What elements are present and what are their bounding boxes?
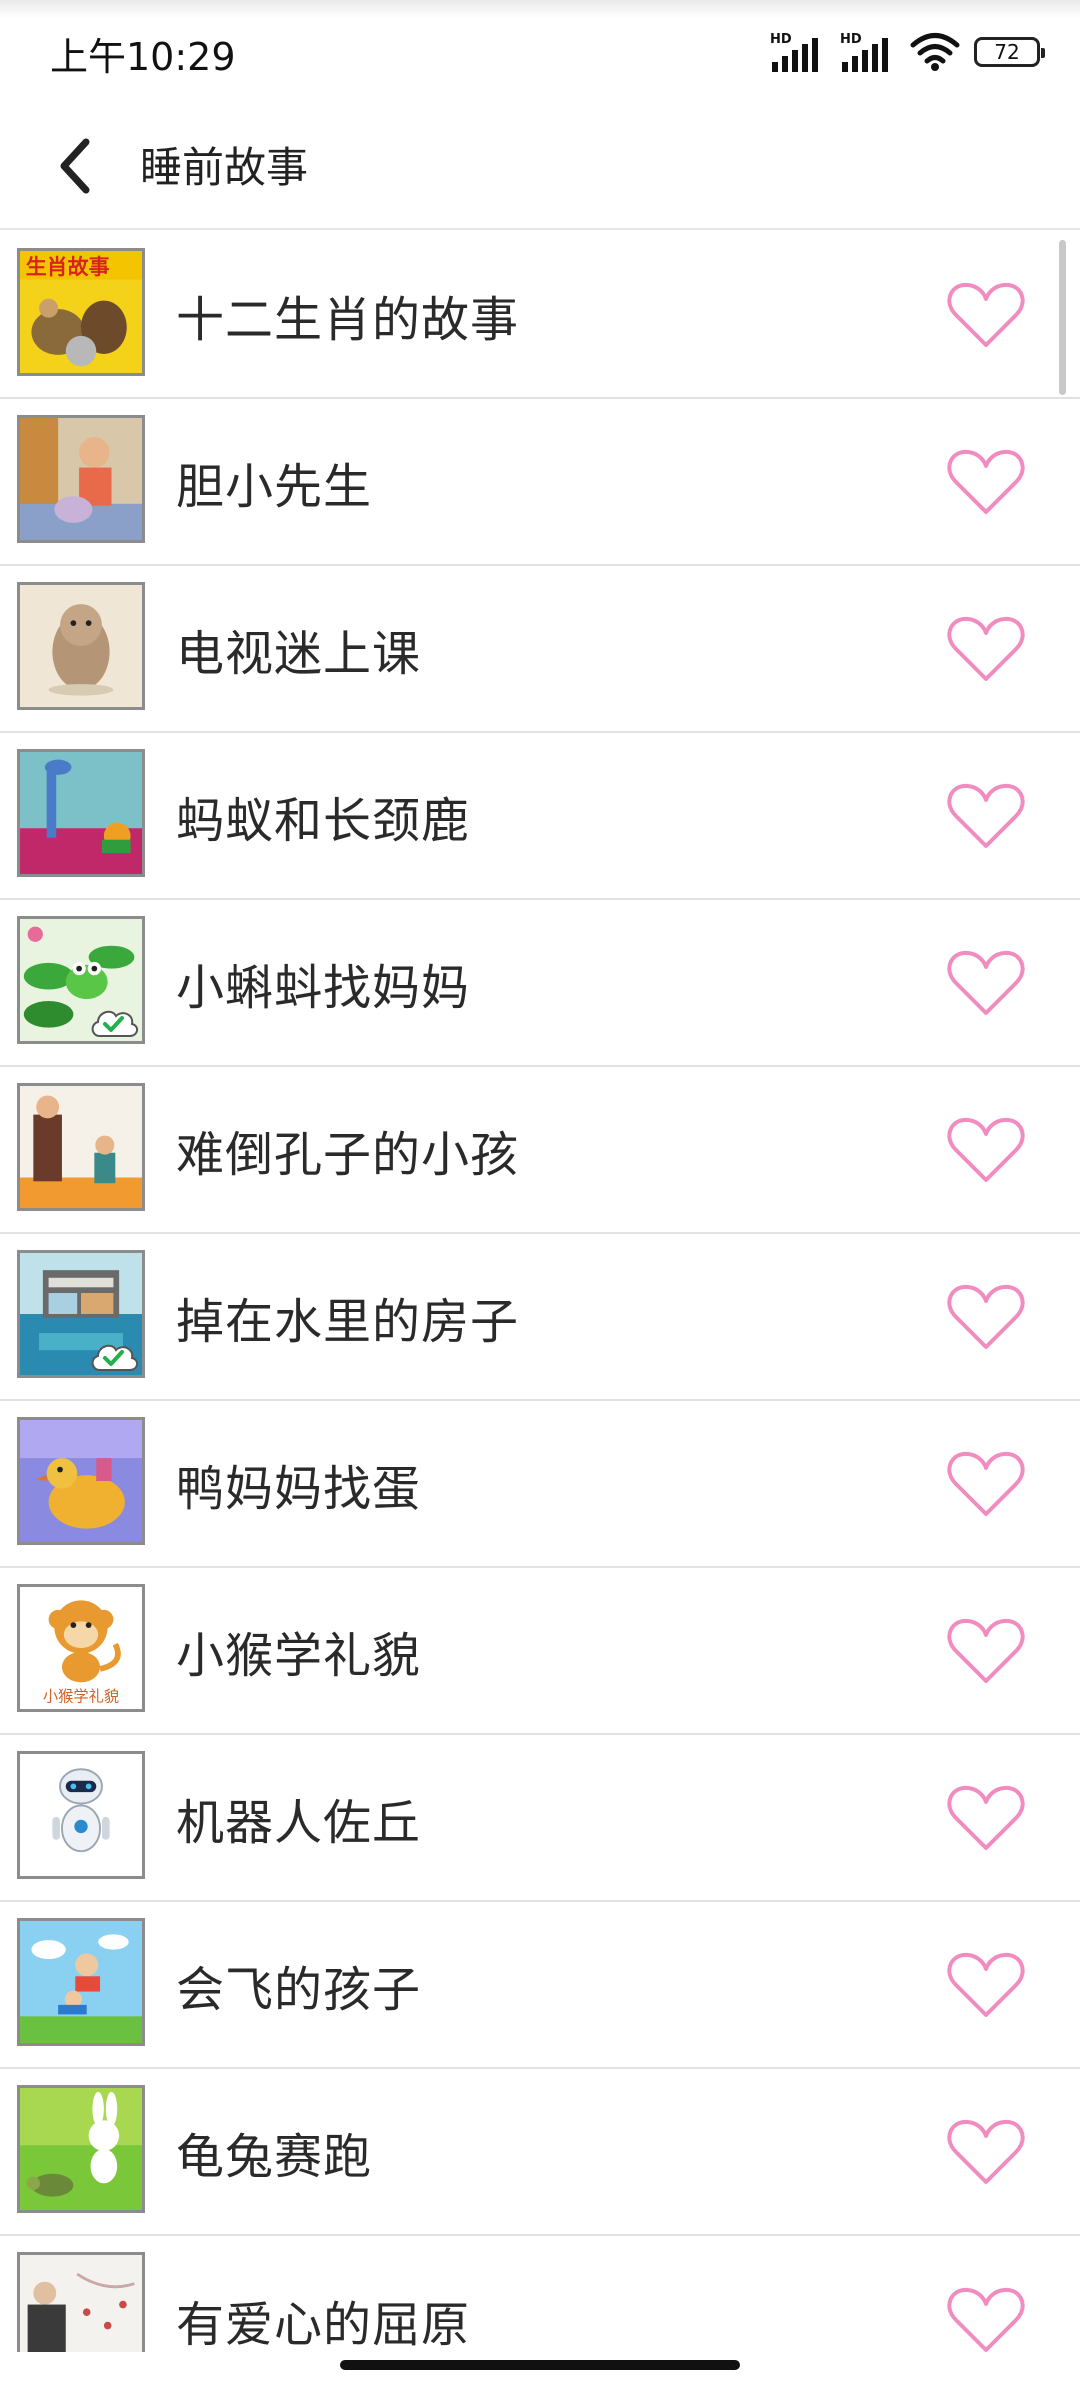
heart-icon[interactable] (946, 1782, 1026, 1854)
heart-icon[interactable] (946, 1949, 1026, 2021)
heart-icon[interactable] (946, 2284, 1026, 2353)
story-list-item[interactable]: 难倒孔子的小孩 (0, 1067, 1080, 1234)
story-list-item[interactable]: 电视迷上课 (0, 566, 1080, 733)
signal-icon-2: HD (840, 32, 896, 72)
heart-icon[interactable] (946, 947, 1026, 1019)
home-indicator[interactable] (340, 2360, 740, 2370)
story-list-item[interactable]: 小蝌蚪找妈妈 (0, 900, 1080, 1067)
signal-icon: HD (770, 32, 826, 72)
battery-level: 72 (994, 40, 1020, 64)
flying-kids-thumbnail (17, 1918, 145, 2046)
app-bar: 睡前故事 (0, 104, 1080, 230)
heart-icon[interactable] (946, 1114, 1026, 1186)
page-title: 睡前故事 (140, 143, 309, 192)
story-list-item[interactable]: 有爱心的屈原 (0, 2236, 1080, 2352)
heart-icon[interactable] (946, 613, 1026, 685)
status-icons: HD HD 72 (770, 30, 1045, 74)
duck-thumbnail (17, 1417, 145, 1545)
svg-text:生肖故事: 生肖故事 (26, 255, 110, 279)
status-bar: 上午10:29 HD HD 72 (0, 0, 1080, 104)
back-button[interactable] (40, 130, 112, 202)
rabbit-turtle-thumbnail (17, 2085, 145, 2213)
giraffe-thumbnail (17, 749, 145, 877)
scrollbar[interactable] (1059, 240, 1066, 395)
robot-thumbnail (17, 1751, 145, 1879)
downloaded-cloud-icon (91, 1010, 138, 1037)
heart-icon[interactable] (946, 1448, 1026, 1520)
story-title: 胆小先生 (176, 458, 373, 515)
screen: 上午10:29 HD HD 72 睡前故事 生肖故事 十二生肖的故事 胆小先生 … (0, 0, 1080, 2400)
heart-icon[interactable] (946, 780, 1026, 852)
heart-icon[interactable] (946, 446, 1026, 518)
story-list-item[interactable]: 鸭妈妈找蛋 (0, 1401, 1080, 1568)
story-list-item[interactable]: 龟兔赛跑 (0, 2069, 1080, 2236)
status-time: 上午10:29 (50, 35, 236, 79)
story-list[interactable]: 生肖故事 十二生肖的故事 胆小先生 电视迷上课 蚂蚁和长颈鹿 小蝌蚪找妈妈 难倒… (0, 232, 1080, 2352)
story-title: 掉在水里的房子 (176, 1293, 520, 1350)
qu-yuan-thumbnail (17, 2252, 145, 2352)
downloaded-cloud-icon (91, 1344, 138, 1371)
hamster-thumbnail (17, 582, 145, 710)
story-title: 鸭妈妈找蛋 (176, 1460, 422, 1517)
heart-icon[interactable] (946, 1615, 1026, 1687)
story-list-item[interactable]: 生肖故事 十二生肖的故事 (0, 232, 1080, 399)
story-title: 小蝌蚪找妈妈 (176, 959, 471, 1016)
story-title: 难倒孔子的小孩 (176, 1126, 520, 1183)
story-list-item[interactable]: 小猴学礼貌 小猴学礼貌 (0, 1568, 1080, 1735)
story-list-item[interactable]: 机器人佐丘 (0, 1735, 1080, 1902)
story-title: 蚂蚁和长颈鹿 (176, 792, 471, 849)
chevron-left-icon (60, 138, 90, 194)
wifi-icon (910, 33, 960, 71)
story-title: 机器人佐丘 (176, 1794, 422, 1851)
story-title: 有爱心的屈原 (176, 2296, 471, 2353)
story-title: 龟兔赛跑 (176, 2128, 373, 2185)
story-title: 十二生肖的故事 (176, 291, 520, 348)
zodiac-cover-thumbnail: 生肖故事 (17, 248, 145, 376)
story-title: 会飞的孩子 (176, 1961, 422, 2018)
timid-man-thumbnail (17, 415, 145, 543)
monkey-thumbnail: 小猴学礼貌 (17, 1584, 145, 1712)
story-title: 小猴学礼貌 (176, 1627, 422, 1684)
story-list-item[interactable]: 胆小先生 (0, 399, 1080, 566)
heart-icon[interactable] (946, 2116, 1026, 2188)
story-list-item[interactable]: 蚂蚁和长颈鹿 (0, 733, 1080, 900)
story-list-item[interactable]: 掉在水里的房子 (0, 1234, 1080, 1401)
battery-icon: 72 (974, 37, 1045, 67)
story-title: 电视迷上课 (176, 625, 422, 682)
story-list-item[interactable]: 会飞的孩子 (0, 1902, 1080, 2069)
thumb-caption: 小猴学礼貌 (43, 1687, 119, 1705)
confucius-thumbnail (17, 1083, 145, 1211)
heart-icon[interactable] (946, 279, 1026, 351)
heart-icon[interactable] (946, 1281, 1026, 1353)
